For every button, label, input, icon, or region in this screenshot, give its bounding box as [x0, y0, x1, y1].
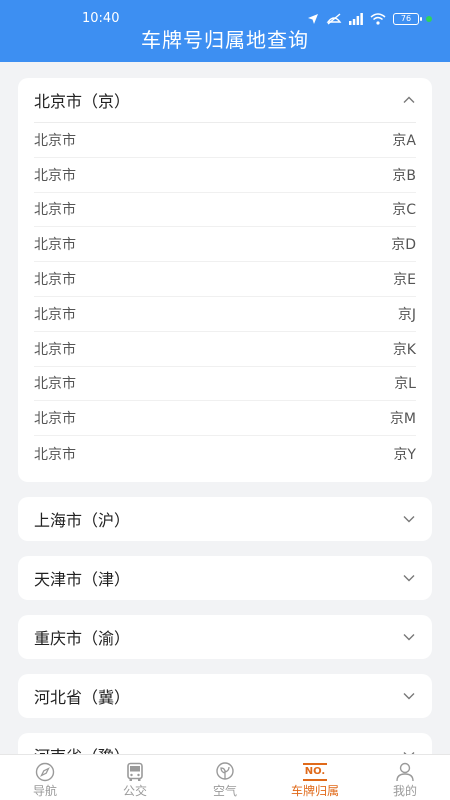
province-header-henan[interactable]: 河南省（豫） [18, 733, 432, 754]
row-city: 北京市 [34, 306, 76, 323]
row-code: 京B [392, 167, 416, 184]
bottom-tab-bar: 导航 公交 空气 NO. 车牌归属 我的 [0, 754, 450, 800]
plate-row[interactable]: 北京市 京E [34, 262, 416, 297]
plate-row[interactable]: 北京市 京K [34, 332, 416, 367]
plate-row[interactable]: 北京市 京D [34, 227, 416, 263]
tab-profile[interactable]: 我的 [360, 755, 450, 800]
province-title: 天津市（津） [34, 570, 131, 589]
province-title: 上海市（沪） [34, 511, 131, 530]
tab-air[interactable]: 空气 [180, 755, 270, 800]
status-icons: 76 [307, 12, 432, 26]
plate-code-list: 北京市 京A 北京市 京B 北京市 京C 北京市 京D 北京市 京E 北京市 京J 北京市京… [34, 122, 416, 471]
status-time: 10:40 [82, 11, 120, 26]
province-card-tianjin[interactable]: 天津市（津） [18, 556, 432, 600]
signal-icon [349, 13, 363, 25]
row-code: 京M [389, 411, 416, 428]
row-code: 京K [392, 341, 416, 358]
plate-icon: NO. [303, 763, 327, 781]
compass-icon [35, 762, 55, 782]
province-title: 北京市（京） [34, 92, 131, 111]
tab-plate-lookup[interactable]: NO. 车牌归属 [270, 755, 360, 800]
row-code: 京A [392, 132, 416, 149]
plate-row[interactable]: 北京市 京C [34, 193, 416, 228]
row-code: 京L [394, 376, 416, 393]
row-city: 北京市 [34, 411, 76, 428]
row-code: 京J [397, 306, 416, 323]
province-title: 河北省（冀） [34, 688, 131, 707]
mute-icon [326, 13, 342, 25]
chevron-down-icon[interactable] [402, 630, 416, 644]
plate-row[interactable]: 北京市 京J [34, 297, 416, 332]
province-card-beijing: 北京市（京） 北京市 京A 北京市 京B 北京市 京C 北京市 京D 北京市 京E 北京市… [18, 78, 432, 482]
chevron-up-icon[interactable] [402, 93, 416, 107]
leaf-icon [216, 762, 234, 780]
row-city: 北京市 [34, 341, 76, 358]
province-card-hebei[interactable]: 河北省（冀） [18, 674, 432, 718]
row-code: 京C [392, 202, 416, 219]
chevron-down-icon[interactable] [402, 512, 416, 526]
bus-icon [127, 762, 143, 781]
row-code: 京D [391, 237, 416, 254]
plate-row[interactable]: 北京市 京A [34, 123, 416, 158]
tab-label: 我的 [392, 784, 417, 798]
plate-row[interactable]: 北京市 京Y [34, 436, 416, 471]
province-title: 重庆市（渝） [34, 629, 131, 648]
tab-bus[interactable]: 公交 [90, 755, 180, 800]
row-city: 北京市 [34, 132, 76, 149]
row-code: 京Y [393, 446, 416, 463]
row-city: 北京市 [34, 237, 76, 254]
chevron-down-icon[interactable] [402, 571, 416, 585]
province-card-henan[interactable]: 河南省（豫） [18, 733, 432, 754]
province-header-hebei[interactable]: 河北省（冀） [18, 674, 432, 718]
plate-row[interactable]: 北京市 京M [34, 401, 416, 437]
battery-icon: 76 [393, 13, 422, 25]
tab-navigation[interactable]: 导航 [0, 755, 90, 800]
row-city: 北京市 [34, 376, 76, 393]
plate-row[interactable]: 北京市 京L [34, 367, 416, 402]
status-bar: 10:40 76 [0, 0, 450, 26]
province-list[interactable]: 北京市（京） 北京市 京A 北京市 京B 北京市 京C 北京市 京D 北京市 京E 北京市… [0, 62, 450, 754]
row-city: 北京市 [34, 167, 76, 184]
row-city: 北京市 [34, 272, 76, 289]
wifi-icon [370, 13, 386, 25]
province-title: 河南省（豫） [34, 743, 130, 754]
page-title: 车牌号归属地查询 [141, 28, 309, 52]
tab-label: 公交 [122, 784, 147, 798]
app-header: 10:40 76 车牌号归属地查询 [0, 0, 450, 62]
plate-row[interactable]: 北京市 京B [34, 158, 416, 193]
chevron-down-icon[interactable] [402, 689, 416, 703]
indicator-dot-icon [426, 16, 432, 22]
user-icon [396, 762, 414, 782]
row-city: 北京市 [34, 202, 76, 219]
row-code: 京E [393, 272, 416, 289]
province-header-chongqing[interactable]: 重庆市（渝） [18, 615, 432, 659]
province-header-shanghai[interactable]: 上海市（沪） [18, 497, 432, 541]
province-header-tianjin[interactable]: 天津市（津） [18, 556, 432, 600]
province-card-shanghai[interactable]: 上海市（沪） [18, 497, 432, 541]
location-arrow-icon [308, 14, 318, 24]
tab-label: 导航 [32, 784, 57, 798]
tab-label: 车牌归属 [290, 784, 339, 798]
province-header-beijing[interactable]: 北京市（京） [18, 78, 432, 122]
row-city: 北京市 [34, 446, 76, 463]
province-card-chongqing[interactable]: 重庆市（渝） [18, 615, 432, 659]
tab-label: 空气 [212, 784, 237, 798]
